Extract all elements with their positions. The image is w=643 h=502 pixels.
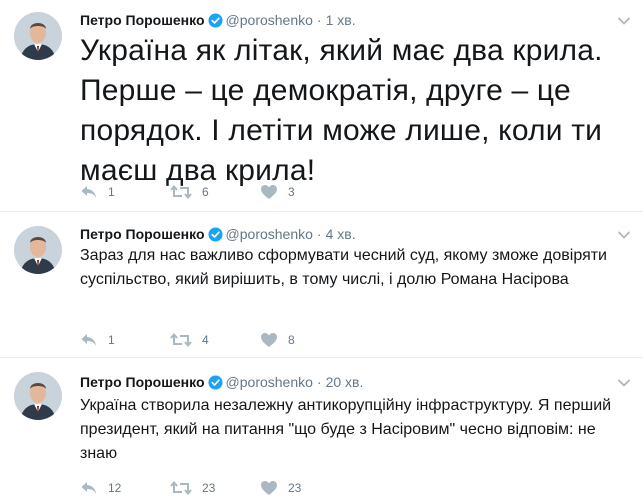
tweet-feed: Петро Порошенко @poroshenko · 1 хв. Укра… — [0, 0, 643, 502]
header-separator: · — [316, 374, 322, 390]
avatar[interactable] — [14, 372, 62, 420]
tweet[interactable]: Петро Порошенко @poroshenko · 1 хв. Укра… — [0, 0, 643, 212]
retweet-button[interactable]: 4 — [170, 332, 260, 348]
reply-icon — [81, 186, 96, 198]
like-count: 23 — [288, 481, 302, 495]
tweet-text: Україна як літак, який має два крила. Пе… — [80, 34, 603, 187]
tweet-timestamp[interactable]: 20 хв. — [326, 374, 364, 390]
tweet-text: Зараз для нас важливо сформувати чесний … — [80, 247, 607, 288]
header-separator: · — [316, 12, 322, 28]
like-button[interactable]: 3 — [260, 184, 350, 200]
tweet[interactable]: Петро Порошенко @poroshenko · 4 хв. Зара… — [0, 212, 643, 358]
tweet-actions: 1 4 8 — [80, 330, 350, 350]
reply-count: 1 — [108, 185, 115, 199]
avatar-image — [14, 12, 62, 60]
like-count: 3 — [288, 185, 295, 199]
retweet-icon — [170, 332, 192, 348]
tweet-timestamp[interactable]: 4 хв. — [326, 226, 356, 242]
avatar[interactable] — [14, 226, 62, 274]
reply-button[interactable]: 12 — [80, 480, 170, 496]
author-handle[interactable]: @poroshenko — [226, 226, 313, 242]
retweet-count: 6 — [202, 185, 209, 199]
author-handle[interactable]: @poroshenko — [226, 374, 313, 390]
verified-badge-icon — [208, 226, 223, 242]
heart-icon — [261, 333, 277, 347]
like-count: 8 — [288, 333, 295, 347]
header-separator: · — [316, 226, 322, 242]
author-name[interactable]: Петро Порошенко — [80, 374, 205, 390]
reply-button[interactable]: 1 — [80, 332, 170, 348]
reply-icon — [81, 482, 96, 494]
retweet-count: 23 — [202, 481, 216, 495]
tweet-header: Петро Порошенко @poroshenko · 20 хв. — [80, 372, 363, 392]
reply-count: 12 — [108, 481, 122, 495]
verified-badge-icon — [208, 374, 223, 390]
author-name[interactable]: Петро Порошенко — [80, 226, 205, 242]
reply-button[interactable]: 1 — [80, 184, 170, 200]
heart-icon — [261, 185, 277, 199]
retweet-count: 4 — [202, 333, 209, 347]
retweet-icon — [170, 184, 192, 200]
chevron-down-icon[interactable] — [617, 376, 631, 390]
reply-icon — [81, 334, 96, 346]
heart-icon — [261, 481, 277, 495]
retweet-button[interactable]: 23 — [170, 480, 260, 496]
author-handle[interactable]: @poroshenko — [226, 12, 313, 28]
avatar[interactable] — [14, 12, 62, 60]
tweet-header: Петро Порошенко @poroshenko · 1 хв. — [80, 10, 356, 30]
chevron-down-icon[interactable] — [617, 228, 631, 242]
verified-badge-icon — [208, 12, 223, 28]
avatar-image — [14, 372, 62, 420]
retweet-icon — [170, 480, 192, 496]
tweet-actions: 12 23 23 — [80, 478, 350, 498]
tweet-actions: 1 6 3 — [80, 182, 350, 202]
tweet[interactable]: Петро Порошенко @poroshenko · 20 хв. Укр… — [0, 358, 643, 502]
tweet-header: Петро Порошенко @poroshenko · 4 хв. — [80, 224, 356, 244]
like-button[interactable]: 8 — [260, 332, 350, 348]
reply-count: 1 — [108, 333, 115, 347]
author-name[interactable]: Петро Порошенко — [80, 12, 205, 28]
chevron-down-icon[interactable] — [617, 14, 631, 28]
retweet-button[interactable]: 6 — [170, 184, 260, 200]
tweet-timestamp[interactable]: 1 хв. — [326, 12, 356, 28]
avatar-image — [14, 226, 62, 274]
like-button[interactable]: 23 — [260, 480, 350, 496]
tweet-text: Україна створила незалежну антикорупційн… — [80, 397, 612, 462]
